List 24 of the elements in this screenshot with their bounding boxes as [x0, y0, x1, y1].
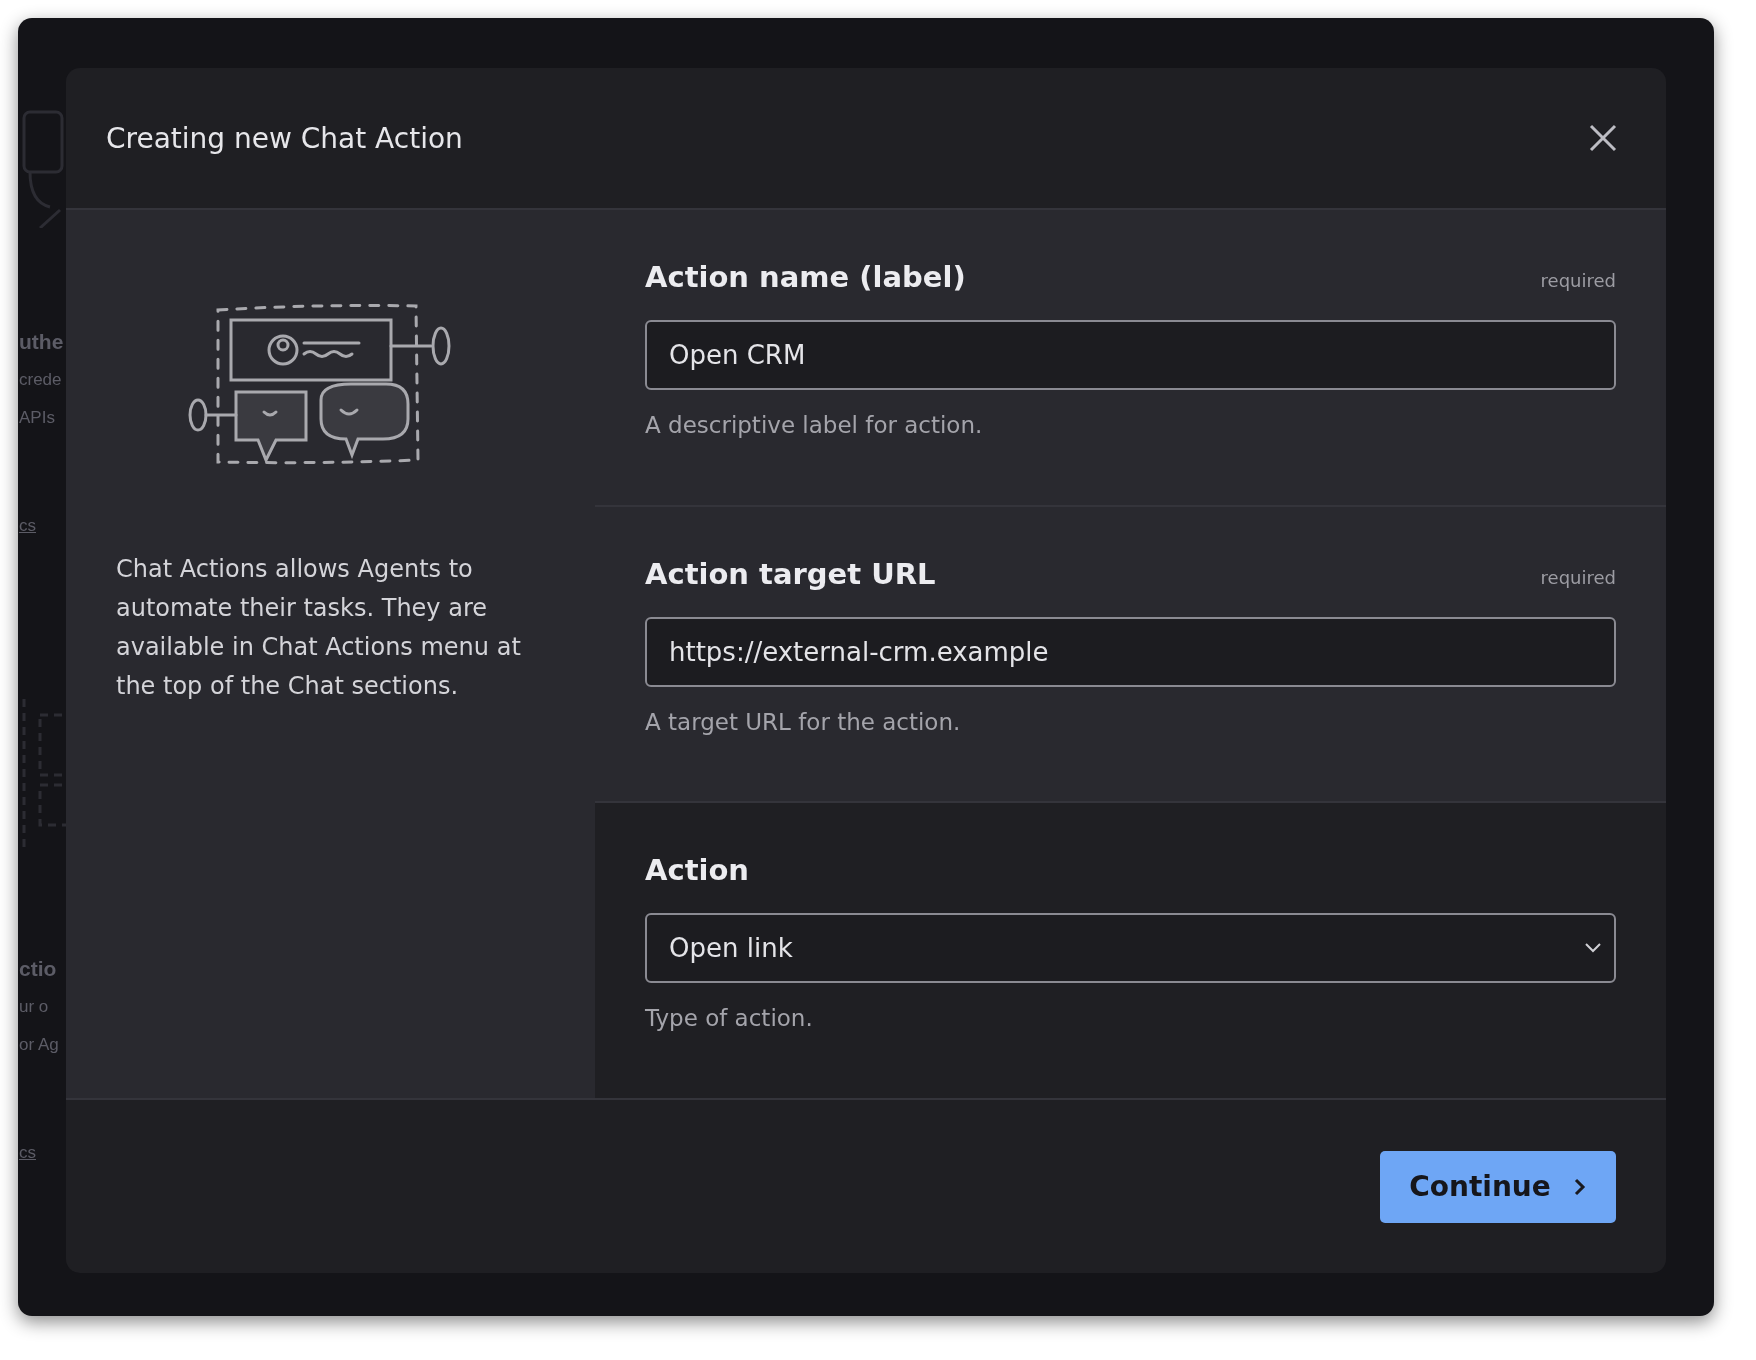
dropdown-field[interactable]: Open link — [645, 913, 1616, 984]
close-icon[interactable] — [1588, 123, 1618, 153]
description-text: APIs — [18, 407, 55, 429]
description-text: or Ag — [18, 1034, 59, 1056]
field-hint: A descriptive label for action. — [645, 412, 984, 438]
continue-button[interactable]: Continue — [1380, 1150, 1616, 1223]
input-field[interactable]: https://external-crm.example — [645, 616, 1616, 687]
field-label: Action target URL — [645, 556, 936, 591]
section-heading: uthe — [18, 329, 64, 355]
description-text: ur o — [18, 996, 49, 1018]
required-label: required — [1540, 270, 1616, 291]
input-field[interactable]: Open CRM — [645, 320, 1616, 390]
dialog-description: Chat Actions allows Agents to automate their tasks. They are available in Chat Actions menu at the top of the Chat sections. — [115, 554, 522, 702]
description-text: crede — [18, 369, 62, 391]
document-icon — [20, 108, 66, 228]
field-label: Action name (label) — [645, 260, 966, 294]
dialog-title: Creating new Chat Action — [106, 121, 463, 155]
field-hint: Type of action. — [645, 1005, 814, 1032]
field-hint: A target URL for the action. — [645, 708, 962, 735]
chevron-right-icon — [1572, 1176, 1587, 1197]
required-label: required — [1540, 566, 1616, 588]
field-label: Action — [645, 853, 749, 888]
chevron-down-icon — [1584, 942, 1602, 955]
section-heading: ctio — [18, 956, 57, 982]
